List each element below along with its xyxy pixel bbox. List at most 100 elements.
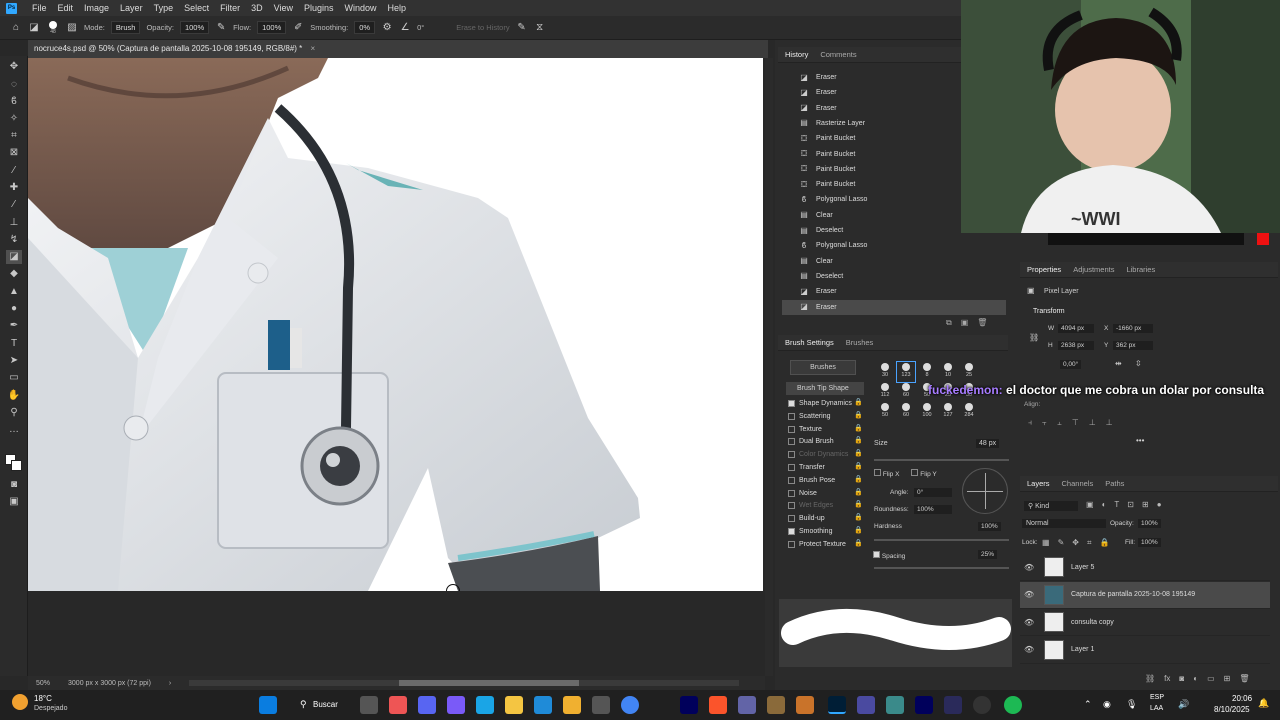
lock-paint-icon[interactable]: ✎ <box>1058 538 1065 548</box>
layer-row[interactable]: 👁 Captura de pantalla 2025-10-08 195149 <box>1020 581 1270 609</box>
notifications-icon[interactable]: 🔔 <box>1258 698 1269 709</box>
lock-icon[interactable]: 🔒 <box>854 475 863 483</box>
align-center-icon[interactable]: ⫟ <box>1042 418 1047 428</box>
flip-vertical-icon[interactable]: ⇳ <box>1135 359 1142 368</box>
wifi-icon[interactable]: ◉ <box>1103 699 1111 710</box>
new-layer-icon[interactable]: ⊞ <box>1224 674 1231 683</box>
delete-layer-icon[interactable]: 🗑 <box>1239 674 1249 683</box>
visibility-eye-icon[interactable]: 👁 <box>1024 645 1036 654</box>
shape-tool-icon[interactable]: ▭ <box>6 371 22 385</box>
lock-icon[interactable]: 🔒 <box>854 398 863 406</box>
smart-filter-icon[interactable]: ⊞ <box>1142 500 1149 509</box>
menu-3d[interactable]: 3D <box>251 3 263 13</box>
adjustment-filter-icon[interactable]: ◐ <box>1102 500 1107 509</box>
history-brush-tool-icon[interactable]: ↯ <box>6 233 22 247</box>
after-effects-icon[interactable] <box>915 696 933 714</box>
brush-option-checkbox[interactable] <box>788 464 795 471</box>
pressure-size-icon[interactable]: ✎ <box>516 22 528 34</box>
obs-icon[interactable] <box>973 696 991 714</box>
brush-settings-icon[interactable]: ▨ <box>66 22 78 34</box>
brush-tip[interactable]: 10 <box>939 362 957 382</box>
brush-option-checkbox[interactable] <box>788 400 795 407</box>
type-filter-icon[interactable]: T <box>1114 500 1119 509</box>
more-options-icon[interactable]: ••• <box>1136 436 1144 445</box>
brush-tip[interactable]: 50 <box>876 402 894 422</box>
brush-tip[interactable]: 284 <box>960 402 978 422</box>
brush-option-row[interactable]: Scattering <box>788 410 831 423</box>
crop-tool-icon[interactable]: ⌗ <box>6 129 22 143</box>
lock-icon[interactable]: 🔒 <box>854 424 863 432</box>
dodge-tool-icon[interactable]: ● <box>6 302 22 316</box>
teams-icon[interactable] <box>738 696 756 714</box>
shape-filter-icon[interactable]: ⊡ <box>1127 500 1134 509</box>
type-tool-icon[interactable]: T <box>6 337 22 351</box>
windows-start-icon[interactable] <box>259 696 277 714</box>
brush-option-row[interactable]: Brush Pose <box>788 474 835 487</box>
mic-icon[interactable]: 🎙 <box>1126 699 1137 710</box>
eyedropper-tool-icon[interactable]: ⁄ <box>6 164 22 178</box>
lock-pixels-icon[interactable]: ▦ <box>1042 538 1050 548</box>
copilot-icon[interactable] <box>447 696 465 714</box>
brush-tip[interactable]: 100 <box>918 402 936 422</box>
tab-channels[interactable]: Channels <box>1062 479 1094 488</box>
adjustment-layer-icon[interactable]: ◐ <box>1193 674 1198 683</box>
brush-option-row[interactable]: Noise <box>788 487 817 500</box>
layer-filter-select[interactable]: ⚲ Kind <box>1024 501 1078 511</box>
eraser-tool-icon[interactable]: ◪ <box>28 22 40 34</box>
path-select-tool-icon[interactable]: ➤ <box>6 354 22 368</box>
brush-angle-widget[interactable] <box>962 468 1008 514</box>
brush-tip[interactable]: 112 <box>876 382 894 402</box>
brush-option-row[interactable]: Transfer <box>788 461 825 474</box>
lasso-tool-icon[interactable]: ϐ <box>6 95 22 109</box>
layer-row[interactable]: 👁 Layer 1 <box>1020 637 1270 664</box>
home-icon[interactable]: ⌂ <box>10 22 22 34</box>
x-input[interactable]: -1660 px <box>1113 324 1153 333</box>
align-left-icon[interactable]: ⫞ <box>1028 418 1032 428</box>
brush-option-checkbox[interactable] <box>788 528 795 535</box>
brush-tip[interactable]: 8 <box>918 362 936 382</box>
history-item[interactable]: ◪ Eraser <box>782 299 1006 315</box>
brush-option-checkbox[interactable] <box>788 502 795 510</box>
zoom-tool-icon[interactable]: ⚲ <box>6 406 22 420</box>
frame-tool-icon[interactable]: ⊠ <box>6 146 22 160</box>
menu-plugins[interactable]: Plugins <box>304 3 334 13</box>
lock-icon[interactable]: 🔒 <box>854 488 863 496</box>
menu-help[interactable]: Help <box>388 3 407 13</box>
marquee-tool-icon[interactable]: ◌ <box>6 78 22 92</box>
menu-window[interactable]: Window <box>345 3 377 13</box>
clock-date[interactable]: 8/10/2025 <box>1214 705 1250 714</box>
menu-view[interactable]: View <box>274 3 293 13</box>
brush-option-row[interactable]: Protect Texture <box>788 538 846 551</box>
tray-chevron-icon[interactable]: ⌃ <box>1084 699 1092 710</box>
app-icon-5[interactable] <box>857 696 875 714</box>
lock-icon[interactable]: 🔒 <box>854 449 863 457</box>
hand-tool-icon[interactable]: ✋ <box>6 389 22 403</box>
brush-option-row[interactable]: Dual Brush <box>788 435 834 448</box>
history-item[interactable]: ϐ Polygonal Lasso <box>782 238 1006 253</box>
flow-input[interactable]: 100% <box>257 21 287 34</box>
app-icon-2[interactable] <box>592 696 610 714</box>
height-input[interactable]: 2638 px <box>1058 341 1094 350</box>
y-input[interactable]: 362 px <box>1113 341 1153 350</box>
brush-tip[interactable]: 60 <box>897 402 915 422</box>
brush-option-checkbox[interactable] <box>788 476 795 484</box>
app-icon-4[interactable] <box>796 696 814 714</box>
app-icon-3[interactable] <box>767 696 785 714</box>
brush-option-checkbox[interactable] <box>788 425 795 433</box>
menu-type[interactable]: Type <box>154 3 174 13</box>
smoothing-input[interactable]: 0% <box>354 21 376 34</box>
image-filter-icon[interactable]: ▣ <box>1086 500 1094 509</box>
visibility-eye-icon[interactable]: 👁 <box>1024 590 1036 599</box>
menu-layer[interactable]: Layer <box>120 3 143 13</box>
premiere-icon[interactable] <box>680 696 698 714</box>
layer-row[interactable]: 👁 Layer 5 <box>1020 554 1270 581</box>
camera-icon[interactable]: ▣ <box>961 318 969 328</box>
chrome-icon[interactable] <box>621 696 639 714</box>
angle-value[interactable]: 0° <box>417 23 424 32</box>
flip-x-checkbox[interactable] <box>874 469 881 476</box>
visibility-eye-icon[interactable]: 👁 <box>1024 618 1036 627</box>
spacing-checkbox[interactable] <box>873 551 880 558</box>
layer-row[interactable]: 👁 consulta copy <box>1020 609 1270 636</box>
edge-icon[interactable] <box>476 696 494 714</box>
weather-icon[interactable] <box>12 694 28 710</box>
